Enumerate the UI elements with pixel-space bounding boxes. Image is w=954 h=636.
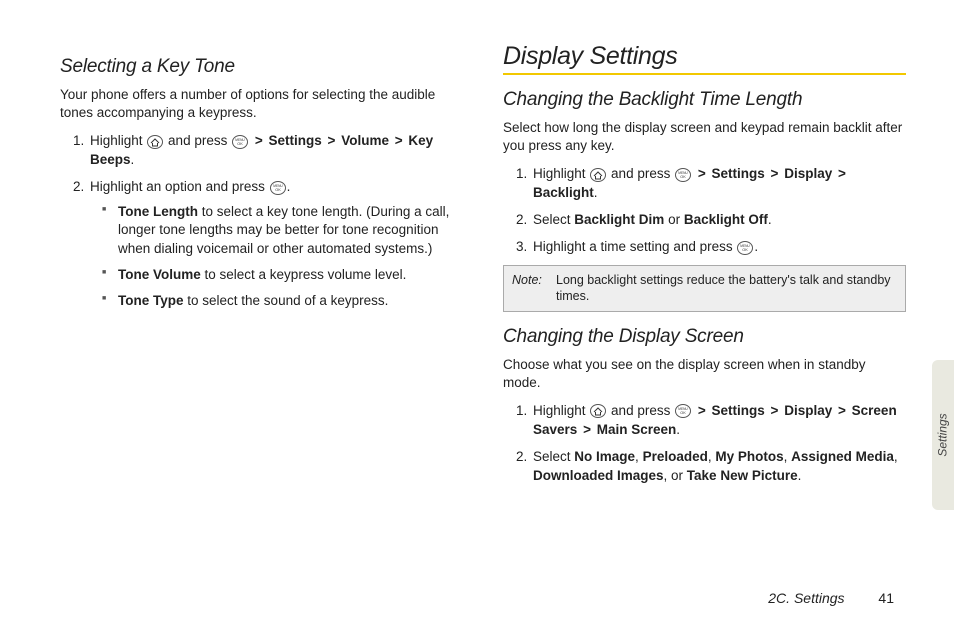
text: to select a keypress volume level. [201, 267, 407, 282]
intro-key-tone: Your phone offers a number of options fo… [60, 86, 463, 122]
text: , or [664, 468, 687, 483]
text: to select the sound of a keypress. [184, 293, 389, 308]
intro-backlight: Select how long the display screen and k… [503, 119, 906, 155]
chevron-icon: > [395, 133, 403, 148]
section-tab: Settings [932, 360, 954, 510]
svg-text:OK: OK [237, 142, 243, 146]
option-name: Downloaded Images [533, 468, 664, 483]
home-icon [590, 404, 606, 418]
text: Highlight [533, 403, 589, 418]
step-2: Highlight an option and press MENUOK . T… [88, 178, 463, 310]
chevron-icon: > [583, 422, 591, 437]
steps-key-tone: Highlight and press MENUOK > Settings > … [60, 132, 463, 310]
text: and press [611, 403, 674, 418]
intro-display-screen: Choose what you see on the display scree… [503, 356, 906, 392]
svg-text:OK: OK [680, 411, 686, 415]
text: and press [611, 166, 674, 181]
svg-text:OK: OK [680, 175, 686, 179]
step: Highlight and press MENUOK > Settings > … [531, 165, 906, 203]
step: Highlight a time setting and press MENUO… [531, 238, 906, 257]
path-item: Backlight [533, 185, 594, 200]
option-name: Backlight Off [684, 212, 768, 227]
text: Highlight an option and press [90, 179, 269, 194]
page-number: 41 [878, 590, 894, 606]
path-item: Display [784, 166, 832, 181]
home-icon [590, 168, 606, 182]
option-name: Backlight Dim [574, 212, 664, 227]
chevron-icon: > [698, 403, 706, 418]
path-item: Settings [712, 403, 765, 418]
svg-text:OK: OK [275, 188, 281, 192]
left-column: Selecting a Key Tone Your phone offers a… [60, 42, 463, 560]
path-item: Volume [341, 133, 389, 148]
menu-ok-icon: MENUOK [675, 168, 691, 182]
note-label: Note: [512, 272, 550, 305]
option-name: No Image [574, 449, 635, 464]
menu-ok-icon: MENUOK [270, 181, 286, 195]
heading-key-tone: Selecting a Key Tone [60, 56, 463, 78]
note-box: Note: Long backlight settings reduce the… [503, 265, 906, 312]
footer-section: 2C. Settings [768, 590, 844, 606]
heading-display-screen: Changing the Display Screen [503, 326, 906, 348]
step: Select No Image, Preloaded, My Photos, A… [531, 448, 906, 486]
page-footer: 2C. Settings 41 [768, 590, 894, 606]
heading-display-settings: Display Settings [503, 42, 906, 75]
text: Select [533, 449, 574, 464]
text: . [798, 468, 802, 483]
path-item: Settings [269, 133, 322, 148]
menu-ok-icon: MENUOK [675, 404, 691, 418]
steps-backlight: Highlight and press MENUOK > Settings > … [503, 165, 906, 257]
chevron-icon: > [838, 166, 846, 181]
option-list: Tone Length to select a key tone length.… [90, 203, 463, 310]
chevron-icon: > [255, 133, 263, 148]
menu-ok-icon: MENUOK [232, 135, 248, 149]
home-icon [147, 135, 163, 149]
right-column: Display Settings Changing the Backlight … [503, 42, 906, 560]
text: Select [533, 212, 574, 227]
option-name: Preloaded [643, 449, 708, 464]
steps-display-screen: Highlight and press MENUOK > Settings > … [503, 402, 906, 486]
chevron-icon: > [328, 133, 336, 148]
option-name: My Photos [715, 449, 783, 464]
text: . [287, 179, 291, 194]
note-text: Long backlight settings reduce the batte… [556, 272, 897, 305]
text: and press [168, 133, 231, 148]
text: Highlight [90, 133, 146, 148]
text: . [768, 212, 772, 227]
step-1: Highlight and press MENUOK > Settings > … [88, 132, 463, 170]
chevron-icon: > [838, 403, 846, 418]
menu-ok-icon: MENUOK [737, 241, 753, 255]
list-item: Tone Length to select a key tone length.… [106, 203, 463, 258]
list-item: Tone Volume to select a keypress volume … [106, 266, 463, 284]
text: or [664, 212, 684, 227]
path-item: Display [784, 403, 832, 418]
path-item: Settings [712, 166, 765, 181]
chevron-icon: > [771, 403, 779, 418]
option-name: Take New Picture [687, 468, 798, 483]
option-name: Assigned Media [791, 449, 894, 464]
step: Highlight and press MENUOK > Settings > … [531, 402, 906, 440]
chevron-icon: > [698, 166, 706, 181]
path-item: Main Screen [597, 422, 677, 437]
option-name: Tone Type [118, 293, 184, 308]
list-item: Tone Type to select the sound of a keypr… [106, 292, 463, 310]
option-name: Tone Length [118, 204, 198, 219]
text: . [754, 239, 758, 254]
text: Highlight [533, 166, 589, 181]
step: Select Backlight Dim or Backlight Off. [531, 211, 906, 230]
option-name: Tone Volume [118, 267, 201, 282]
svg-text:OK: OK [743, 248, 749, 252]
heading-backlight: Changing the Backlight Time Length [503, 89, 906, 111]
chevron-icon: > [771, 166, 779, 181]
text: Highlight a time setting and press [533, 239, 736, 254]
section-tab-label: Settings [936, 413, 950, 456]
